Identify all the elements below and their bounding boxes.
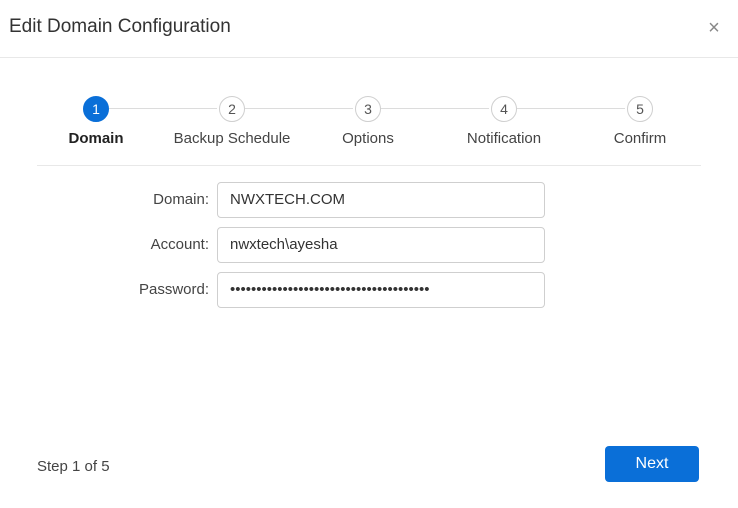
step-label: Backup Schedule — [173, 130, 291, 147]
step-label: Domain — [68, 130, 124, 147]
dialog-header: Edit Domain Configuration × — [0, 0, 738, 58]
step-number: 2 — [219, 96, 245, 122]
step-label: Options — [342, 130, 394, 147]
step-backup-schedule[interactable]: 2 Backup Schedule — [162, 96, 302, 147]
step-number: 1 — [83, 96, 109, 122]
domain-row: Domain: NWXTECH.COM — [0, 182, 738, 218]
step-notification[interactable]: 4 Notification — [434, 96, 574, 147]
edit-domain-dialog: Edit Domain Configuration × 1 Domain 2 B… — [0, 0, 738, 508]
step-indicator: Step 1 of 5 — [37, 458, 110, 475]
step-number: 5 — [627, 96, 653, 122]
dialog-title: Edit Domain Configuration — [9, 16, 231, 37]
step-label: Notification — [466, 130, 542, 147]
step-label: Confirm — [613, 130, 667, 147]
step-domain[interactable]: 1 Domain — [26, 96, 166, 147]
account-label: Account: — [150, 236, 209, 253]
step-number: 3 — [355, 96, 381, 122]
step-confirm[interactable]: 5 Confirm — [570, 96, 710, 147]
domain-input[interactable]: NWXTECH.COM — [217, 182, 545, 218]
step-options[interactable]: 3 Options — [298, 96, 438, 147]
wizard-steps: 1 Domain 2 Backup Schedule 3 Options 4 N… — [37, 92, 701, 166]
account-input[interactable]: nwxtech\ayesha — [217, 227, 545, 263]
close-icon[interactable]: × — [704, 17, 724, 39]
next-button[interactable]: Next — [605, 446, 699, 482]
password-row: Password: ••••••••••••••••••••••••••••••… — [0, 272, 738, 308]
password-label: Password: — [138, 281, 209, 298]
domain-label: Domain: — [153, 191, 209, 208]
step-number: 4 — [491, 96, 517, 122]
account-row: Account: nwxtech\ayesha — [0, 227, 738, 263]
password-input[interactable]: •••••••••••••••••••••••••••••••••••••• — [217, 272, 545, 308]
